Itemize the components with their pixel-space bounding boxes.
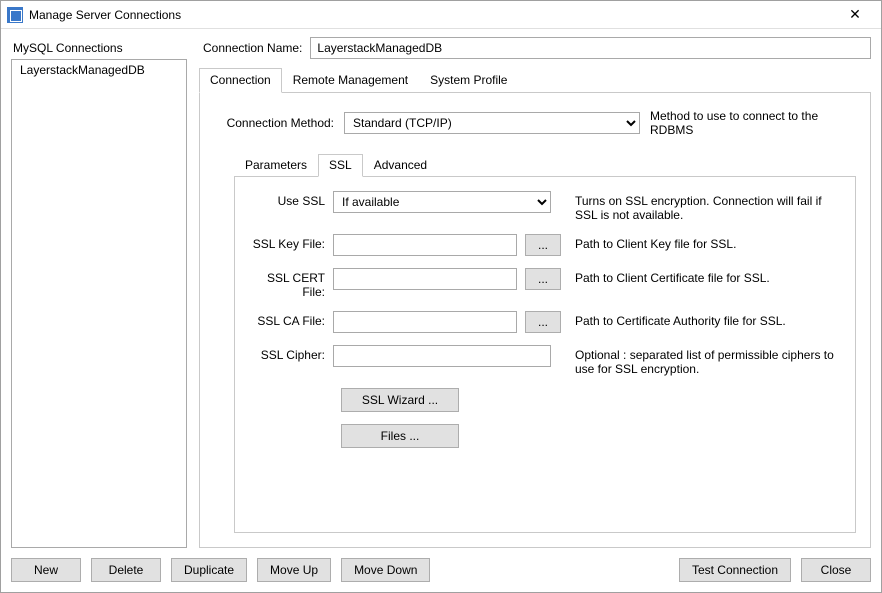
tab-system-profile[interactable]: System Profile [419, 68, 518, 93]
window-title: Manage Server Connections [29, 8, 835, 22]
duplicate-button[interactable]: Duplicate [171, 558, 247, 582]
connection-method-hint: Method to use to connect to the RDBMS [650, 109, 856, 137]
ssl-ca-desc: Path to Certificate Authority file for S… [561, 311, 837, 328]
subtab-advanced[interactable]: Advanced [363, 154, 438, 177]
ssl-ca-browse-button[interactable]: ... [525, 311, 561, 333]
ssl-cert-desc: Path to Client Certificate file for SSL. [561, 268, 837, 285]
ssl-key-browse-button[interactable]: ... [525, 234, 561, 256]
use-ssl-select[interactable]: If available [333, 191, 551, 213]
close-icon[interactable]: ✕ [835, 6, 875, 23]
close-button[interactable]: Close [801, 558, 871, 582]
connection-method-select[interactable]: Standard (TCP/IP) [344, 112, 640, 134]
subtab-parameters[interactable]: Parameters [234, 154, 318, 177]
connection-method-label: Connection Method: [214, 116, 334, 130]
subtab-ssl[interactable]: SSL [318, 154, 363, 177]
ssl-cert-browse-button[interactable]: ... [525, 268, 561, 290]
ssl-cipher-desc: Optional : separated list of permissible… [561, 345, 837, 376]
tab-connection[interactable]: Connection [199, 68, 282, 93]
connection-tab-panel: Connection Method: Standard (TCP/IP) Met… [199, 93, 871, 548]
connection-name-label: Connection Name: [199, 41, 302, 55]
main-tabs: Connection Remote Management System Prof… [199, 67, 871, 93]
ssl-panel: Use SSL If available Turns on SSL encryp… [234, 177, 856, 533]
ssl-cipher-input[interactable] [333, 345, 551, 367]
sub-tabs: Parameters SSL Advanced [234, 153, 856, 177]
ssl-key-input[interactable] [333, 234, 517, 256]
delete-button[interactable]: Delete [91, 558, 161, 582]
connections-listbox[interactable]: LayerstackManagedDB [11, 59, 187, 548]
move-up-button[interactable]: Move Up [257, 558, 331, 582]
ssl-wizard-button[interactable]: SSL Wizard ... [341, 388, 459, 412]
connections-list-label: MySQL Connections [11, 37, 187, 59]
app-icon [7, 7, 23, 23]
use-ssl-label: Use SSL [243, 191, 333, 208]
titlebar: Manage Server Connections ✕ [1, 1, 881, 29]
manage-connections-window: Manage Server Connections ✕ MySQL Connec… [0, 0, 882, 593]
footer-buttons: New Delete Duplicate Move Up Move Down T… [11, 548, 871, 582]
move-down-button[interactable]: Move Down [341, 558, 430, 582]
ssl-key-desc: Path to Client Key file for SSL. [561, 234, 837, 251]
use-ssl-desc: Turns on SSL encryption. Connection will… [561, 191, 837, 222]
tab-remote-management[interactable]: Remote Management [282, 68, 419, 93]
list-item[interactable]: LayerstackManagedDB [12, 60, 186, 80]
ssl-cipher-label: SSL Cipher: [243, 345, 333, 362]
ssl-ca-label: SSL CA File: [243, 311, 333, 328]
ssl-cert-label: SSL CERT File: [243, 268, 333, 299]
new-button[interactable]: New [11, 558, 81, 582]
ssl-ca-input[interactable] [333, 311, 517, 333]
files-button[interactable]: Files ... [341, 424, 459, 448]
connection-name-input[interactable] [310, 37, 871, 59]
ssl-cert-input[interactable] [333, 268, 517, 290]
ssl-key-label: SSL Key File: [243, 234, 333, 251]
test-connection-button[interactable]: Test Connection [679, 558, 791, 582]
